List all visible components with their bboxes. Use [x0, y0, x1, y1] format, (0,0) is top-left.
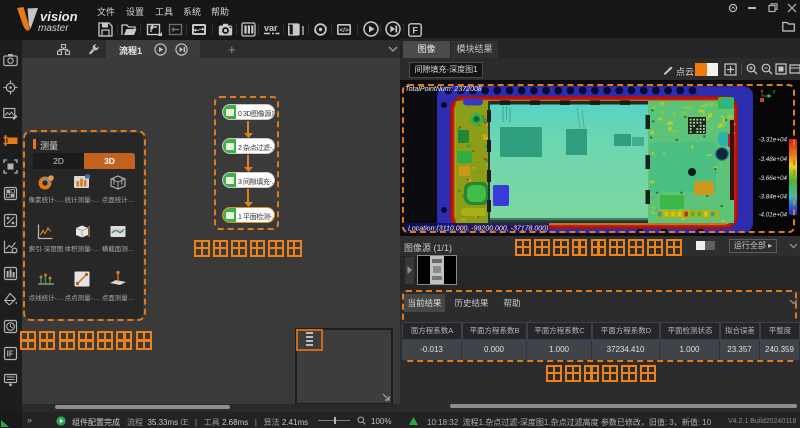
svg-text:F: F [412, 25, 418, 35]
svg-text:master: master [38, 23, 69, 34]
svg-text:</>: </> [339, 27, 349, 34]
svg-text:var: var [264, 23, 278, 33]
svg-text:IF: IF [7, 350, 14, 359]
